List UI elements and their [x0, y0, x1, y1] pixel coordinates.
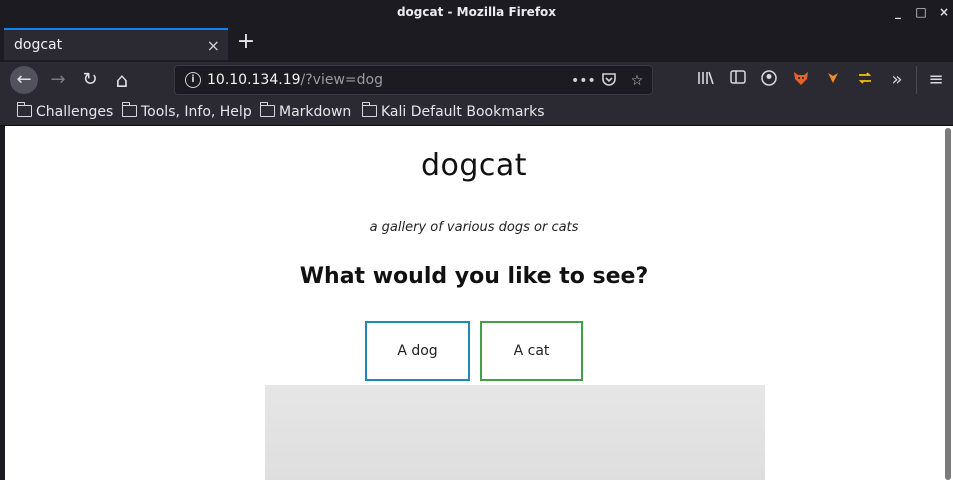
bookmark-challenges[interactable]: Challenges — [16, 102, 114, 121]
scrollbar-thumb[interactable] — [945, 128, 951, 480]
address-bar[interactable]: i 10.10.134.19/?view=dog ••• ☆ — [174, 65, 653, 95]
pocket-icon[interactable] — [599, 71, 619, 91]
url-path: /?view=dog — [300, 72, 383, 88]
toolbar-separator — [916, 66, 917, 94]
sidebar-icon[interactable] — [728, 70, 748, 90]
library-icon[interactable] — [696, 70, 716, 90]
minimize-button[interactable]: _ — [890, 4, 906, 20]
window-title: dogcat - Mozilla Firefox — [396, 5, 557, 19]
back-button[interactable]: ← — [10, 66, 38, 94]
tab-strip: dogcat × — [0, 26, 953, 62]
folder-icon — [259, 102, 275, 117]
bookmark-markdown[interactable]: Markdown — [259, 102, 352, 121]
reload-button[interactable]: ↻ — [76, 66, 104, 94]
bookmark-label: Tools, Info, Help — [141, 104, 252, 120]
site-info-icon[interactable]: i — [185, 72, 201, 88]
animal-photo — [265, 385, 765, 480]
bookmark-label: Challenges — [36, 104, 114, 120]
page-actions-icon[interactable]: ••• — [571, 71, 596, 91]
folder-icon — [121, 102, 137, 117]
bookmarks-toolbar: Challenges Tools, Info, Help Markdown Ka… — [0, 98, 953, 126]
url-text[interactable]: 10.10.134.19/?view=dog — [207, 72, 383, 88]
tab-dogcat[interactable]: dogcat × — [4, 28, 228, 60]
home-button[interactable]: ⌂ — [108, 66, 136, 94]
bookmark-star-icon[interactable]: ☆ — [627, 71, 647, 91]
bookmark-tools-info-help[interactable]: Tools, Info, Help — [121, 102, 252, 121]
hamburger-menu-icon[interactable]: ≡ — [926, 70, 946, 90]
dog-button[interactable]: A dog — [365, 321, 470, 381]
close-window-button[interactable]: × — [936, 4, 952, 20]
bookmark-label: Kali Default Bookmarks — [381, 104, 545, 120]
navigation-toolbar: ← → ↻ ⌂ i 10.10.134.19/?view=dog ••• ☆ »… — [0, 62, 953, 98]
page-content: dogcat a gallery of various dogs or cats… — [5, 126, 943, 480]
firefox-extension-icon[interactable] — [823, 70, 843, 90]
cat-button[interactable]: A cat — [480, 321, 583, 381]
overflow-menu-icon[interactable]: » — [887, 70, 907, 90]
bookmark-kali-default[interactable]: Kali Default Bookmarks — [361, 102, 545, 121]
account-icon[interactable] — [759, 70, 779, 90]
foxyproxy-extension-icon[interactable] — [791, 70, 811, 90]
forward-button[interactable]: → — [44, 66, 72, 94]
window-titlebar: dogcat - Mozilla Firefox _ □ × — [0, 0, 953, 26]
page-subtitle: a gallery of various dogs or cats — [369, 220, 579, 235]
url-host: 10.10.134.19 — [207, 72, 301, 88]
bookmark-label: Markdown — [279, 104, 352, 120]
tab-label: dogcat — [14, 37, 63, 53]
maximize-button[interactable]: □ — [913, 4, 929, 20]
folder-icon — [361, 102, 377, 117]
page-question: What would you like to see? — [299, 264, 649, 289]
tab-close-icon[interactable]: × — [207, 36, 220, 55]
folder-icon — [16, 102, 32, 117]
page-title: dogcat — [420, 148, 528, 183]
new-tab-button[interactable]: + — [236, 30, 256, 54]
sync-extension-icon[interactable] — [855, 70, 875, 90]
